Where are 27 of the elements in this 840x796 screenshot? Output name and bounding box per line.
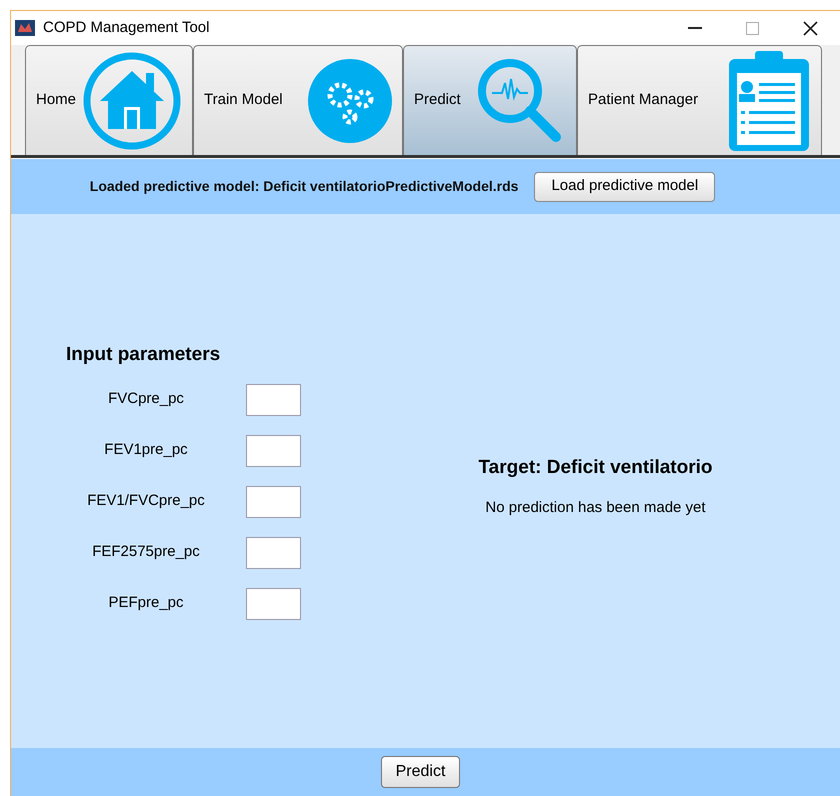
parameter-label: FVCpre_pc [107,389,185,410]
app-icon [15,20,35,36]
loaded-model-label: Loaded predictive model: Deficit ventilatorioPredictiveModel.rds [90,177,518,196]
parameter-label: FEV1/FVCpre_pc [86,491,206,512]
input-field[interactable] [246,536,301,568]
parameter-label: FEF2575pre_pc [91,542,201,562]
input-field[interactable] [246,434,301,466]
tab[interactable]: Predict [403,45,577,155]
close-icon[interactable] [803,20,818,36]
maximize-icon[interactable] [746,22,759,34]
target-title: Target: Deficit ventilatorio [478,456,712,480]
tab[interactable]: Home [25,45,193,155]
gears-icon [308,58,392,142]
house-icon [82,50,182,150]
load-model-button[interactable]: Load predictive model [534,172,716,202]
input-field[interactable] [246,384,301,416]
clipboard-icon [727,48,811,152]
section-title: Input parameters [66,343,222,367]
parameter-label: PEFpre_pc [107,593,185,614]
input-field[interactable] [246,588,301,620]
tab[interactable]: Patient Manager [577,45,822,155]
window-title: COPD Management Tool [43,18,210,38]
tab[interactable]: Train Model [193,45,403,155]
parameter-label: FEV1pre_pc [103,440,189,460]
predict-button[interactable]: Predict [380,756,460,788]
input-field[interactable] [246,486,301,518]
prediction-message: No prediction has been made yet [485,498,706,518]
